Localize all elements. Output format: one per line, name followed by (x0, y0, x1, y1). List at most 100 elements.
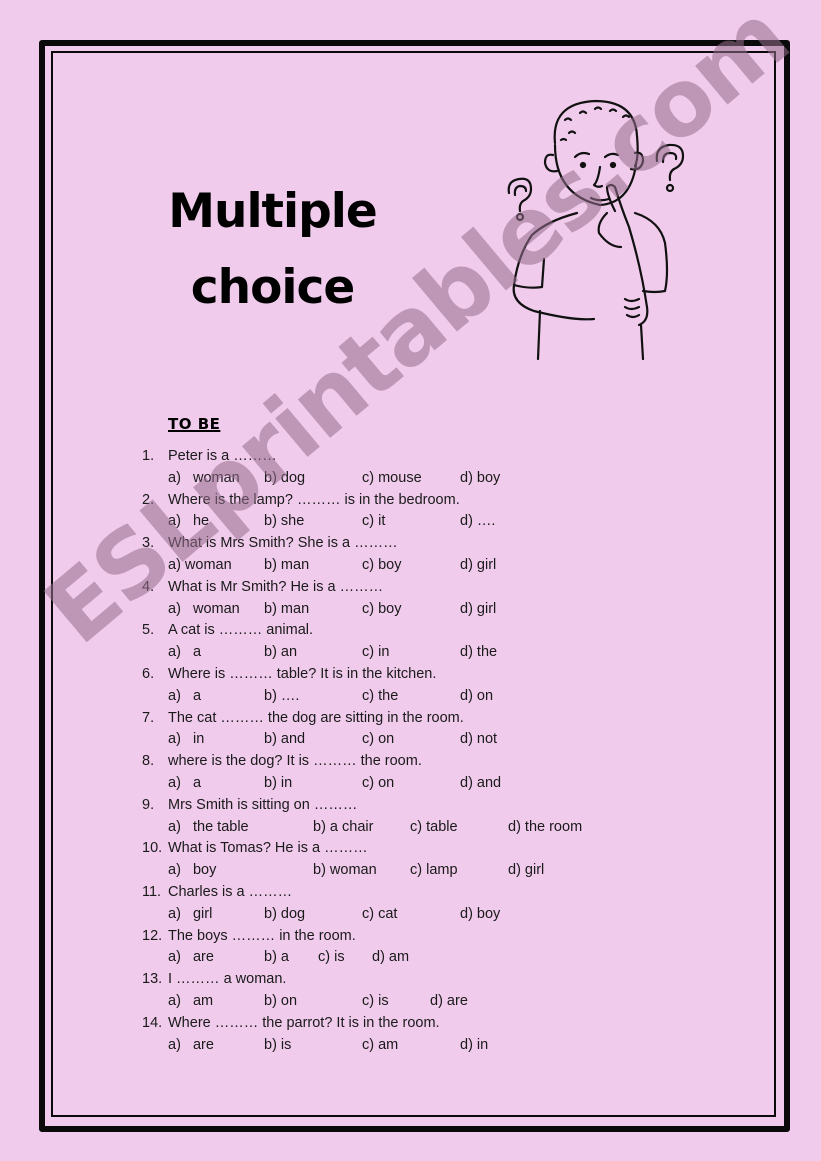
question-text: The cat ……… the dog are sitting in the r… (168, 709, 464, 726)
answer-options: a) a b) in c) on d) and (142, 773, 662, 795)
answer-option-d[interactable]: d) on (460, 686, 493, 708)
answer-option-a[interactable]: a) are (168, 947, 214, 969)
answer-option-b[interactable]: b) she (264, 511, 304, 533)
answer-option-d[interactable]: d) girl (460, 599, 496, 621)
answer-options: a) woman b) man c) boy d) girl (142, 555, 662, 577)
question-number: 9. (142, 796, 155, 813)
answer-option-b[interactable]: b) man (264, 555, 309, 577)
answer-option-b[interactable]: b) on (264, 991, 297, 1013)
answer-option-c[interactable]: c) is (318, 947, 345, 969)
question-number: 13. (142, 971, 163, 988)
thinking-boy-illustration (507, 99, 685, 360)
answer-option-c[interactable]: c) is (362, 991, 389, 1013)
question-item: 4. What is Mr Smith? He is a ……… (142, 577, 662, 599)
answer-option-c[interactable]: c) boy (362, 555, 402, 577)
question-text: Charles is a ……… (168, 883, 293, 900)
question-number: 10. (142, 840, 163, 857)
answer-option-d[interactable]: d) am (372, 947, 409, 969)
question-text: Where is ……… table? It is in the kitchen… (168, 665, 437, 682)
answer-option-c[interactable]: c) the (362, 686, 398, 708)
question-text: What is Mrs Smith? She is a ……… (168, 535, 398, 552)
question-item: 9. Mrs Smith is sitting on ……… (142, 795, 662, 817)
answer-option-a[interactable]: a) he (168, 511, 209, 533)
answer-option-d[interactable]: d) boy (460, 904, 500, 926)
answer-option-b[interactable]: b) woman (313, 860, 377, 882)
question-mark-left-icon (507, 177, 533, 222)
question-item: 11. Charles is a ……… (142, 882, 662, 904)
answer-option-c[interactable]: c) lamp (410, 860, 458, 882)
answer-option-c[interactable]: c) in (362, 642, 389, 664)
answer-option-d[interactable]: d) not (460, 729, 497, 751)
worksheet-title: Multiple choice (165, 174, 380, 326)
question-number: 7. (142, 709, 155, 726)
answer-option-b[interactable]: b) a chair (313, 817, 373, 839)
answer-option-a[interactable]: a) the table (168, 817, 249, 839)
title-line-1: Multiple (168, 184, 378, 239)
answer-option-b[interactable]: b) an (264, 642, 297, 664)
answer-option-b[interactable]: b) and (264, 729, 305, 751)
answer-option-c[interactable]: c) on (362, 773, 394, 795)
answer-option-d[interactable]: d) and (460, 773, 501, 795)
answer-options: a) a b) …. c) the d) on (142, 686, 662, 708)
hair-texture (559, 106, 631, 142)
question-number: 8. (142, 753, 155, 770)
answer-option-c[interactable]: c) am (362, 1035, 398, 1057)
question-item: 13. I ……… a woman. (142, 969, 662, 991)
answer-option-b[interactable]: b) man (264, 599, 309, 621)
answer-option-a[interactable]: a) woman (168, 599, 240, 621)
question-number: 2. (142, 491, 155, 508)
answer-options: a) the table b) a chair c) table d) the roo… (142, 817, 662, 839)
answer-option-d[interactable]: d) in (460, 1035, 488, 1057)
answer-option-a[interactable]: a) are (168, 1035, 214, 1057)
answer-option-c[interactable]: c) cat (362, 904, 397, 926)
question-number: 1. (142, 448, 155, 464)
answer-options: a) he b) she c) it d) …. (142, 511, 662, 533)
answer-option-c[interactable]: c) boy (362, 599, 402, 621)
answer-option-c[interactable]: c) on (362, 729, 394, 751)
answer-option-d[interactable]: d) girl (460, 555, 496, 577)
answer-options: a) a b) an c) in d) the (142, 642, 662, 664)
answer-option-d[interactable]: d) the (460, 642, 497, 664)
question-text: where is the dog? It is ……… the room. (168, 753, 422, 770)
answer-option-d[interactable]: d) the room (508, 817, 582, 839)
answer-option-a[interactable]: a) a (168, 686, 201, 708)
answer-option-d[interactable]: d) …. (460, 511, 495, 533)
answer-option-a[interactable]: a) in (168, 729, 204, 751)
answer-option-b[interactable]: b) is (264, 1035, 291, 1057)
question-text: A cat is ……… animal. (168, 622, 314, 639)
question-item: 6. Where is ……… table? It is in the kitch… (142, 664, 662, 686)
answer-option-a[interactable]: a) woman (168, 468, 240, 490)
answer-option-d[interactable]: d) are (430, 991, 468, 1013)
answer-option-b[interactable]: b) dog (264, 904, 305, 926)
answer-option-b[interactable]: b) in (264, 773, 292, 795)
answer-option-b[interactable]: b) a (264, 947, 289, 969)
answer-options: a) girl b) dog c) cat d) boy (142, 904, 662, 926)
answer-option-a[interactable]: a) woman (168, 555, 232, 577)
boy-figure (512, 99, 669, 360)
answer-option-a[interactable]: a) boy (168, 860, 216, 882)
answer-option-a[interactable]: a) a (168, 642, 201, 664)
answer-options: a) am b) on c) is d) are (142, 991, 662, 1013)
answer-option-b[interactable]: b) …. (264, 686, 299, 708)
answer-option-d[interactable]: d) boy (460, 468, 500, 490)
section-heading: TO BE (168, 415, 221, 433)
answer-option-d[interactable]: d) girl (508, 860, 544, 882)
question-item: 1. Peter is a ……… (142, 446, 662, 468)
question-number: 6. (142, 665, 155, 682)
answer-options: a) woman b) dog c) mouse d) boy (142, 468, 662, 490)
answer-option-a[interactable]: a) girl (168, 904, 212, 926)
question-number: 5. (142, 622, 155, 639)
answer-option-c[interactable]: c) mouse (362, 468, 422, 490)
answer-option-c[interactable]: c) it (362, 511, 385, 533)
answer-option-c[interactable]: c) table (410, 817, 458, 839)
question-text: What is Mr Smith? He is a ……… (168, 578, 384, 595)
question-text: The boys ……… in the room. (168, 927, 356, 944)
question-number: 3. (142, 535, 155, 552)
question-item: 14. Where ……… the parrot? It is in the ro… (142, 1013, 662, 1035)
answer-option-a[interactable]: a) am (168, 991, 213, 1013)
answer-option-a[interactable]: a) a (168, 773, 201, 795)
question-list: 1. Peter is a ……… a) woman b) dog c) mouse d)… (142, 446, 662, 1056)
answer-options: a) are b) is c) am d) in (142, 1035, 662, 1057)
question-number: 4. (142, 578, 155, 595)
answer-option-b[interactable]: b) dog (264, 468, 305, 490)
